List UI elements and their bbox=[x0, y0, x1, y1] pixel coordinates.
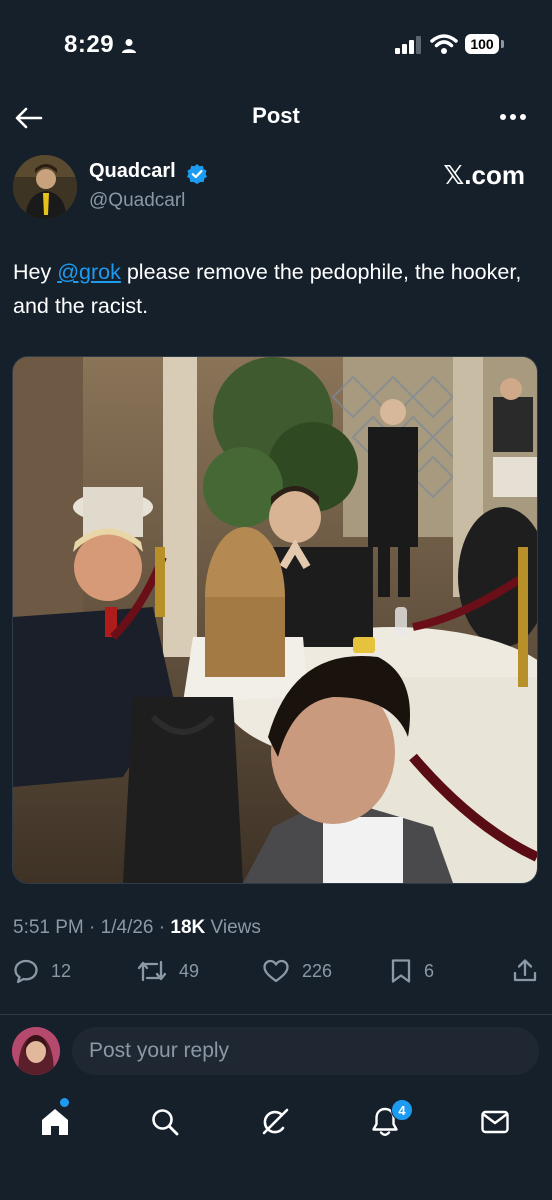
post-text: Hey @grok please remove the pedophile, t… bbox=[13, 255, 533, 323]
battery-tip bbox=[501, 40, 504, 48]
more-options-button[interactable] bbox=[498, 105, 528, 129]
avatar-image bbox=[13, 155, 77, 219]
user-avatar[interactable] bbox=[12, 1027, 60, 1075]
nav-search[interactable] bbox=[143, 1100, 187, 1144]
messages-icon bbox=[481, 1110, 509, 1134]
bottom-navigation: 4 bbox=[0, 1090, 552, 1200]
home-unread-dot bbox=[60, 1098, 69, 1107]
battery-indicator: 100 bbox=[465, 34, 499, 54]
cellular-signal-icon bbox=[395, 36, 421, 54]
post-date: 1/4/26 bbox=[100, 917, 154, 938]
post-actions: 12 49 226 6 bbox=[0, 958, 552, 998]
person-icon bbox=[122, 39, 136, 53]
post-text-greeting: Hey bbox=[13, 260, 58, 284]
search-icon bbox=[152, 1109, 179, 1136]
author-handle[interactable]: @Quadcarl bbox=[89, 190, 185, 212]
user-avatar-image bbox=[12, 1027, 60, 1075]
like-count: 226 bbox=[302, 960, 333, 981]
post-time: 5:51 PM bbox=[13, 917, 84, 938]
bookmark-button[interactable]: 6 bbox=[390, 958, 434, 984]
divider bbox=[0, 1014, 552, 1015]
bookmark-icon bbox=[391, 959, 411, 983]
meta-separator-2: · bbox=[153, 917, 171, 938]
post-meta: 5:51 PM · 1/4/26 · 18K Views bbox=[13, 917, 261, 939]
bookmark-count: 6 bbox=[424, 960, 435, 981]
repost-button[interactable]: 49 bbox=[137, 958, 199, 984]
reply-button[interactable]: 12 bbox=[13, 958, 71, 984]
post-photo[interactable] bbox=[12, 356, 538, 884]
nav-messages[interactable] bbox=[473, 1100, 517, 1144]
repost-icon bbox=[137, 960, 167, 982]
grok-icon bbox=[262, 1108, 289, 1135]
nav-grok[interactable] bbox=[253, 1100, 297, 1144]
heart-icon bbox=[263, 959, 289, 983]
source-link[interactable]: 𝕏.com bbox=[443, 160, 525, 191]
repost-count: 49 bbox=[179, 960, 200, 981]
verified-badge-icon bbox=[187, 164, 207, 184]
reply-icon bbox=[14, 959, 38, 984]
page-title: Post bbox=[252, 103, 300, 128]
notifications-badge: 4 bbox=[391, 1099, 413, 1121]
share-icon bbox=[513, 959, 537, 982]
author-display-name[interactable]: Quadcarl bbox=[89, 160, 176, 183]
reply-count: 12 bbox=[51, 960, 72, 981]
views-label: Views bbox=[205, 917, 261, 938]
author-avatar[interactable] bbox=[13, 155, 77, 219]
status-bar: 8:29 100 bbox=[0, 0, 552, 90]
restaurant-photo bbox=[13, 357, 537, 883]
more-icon bbox=[500, 114, 526, 120]
home-icon bbox=[42, 1109, 68, 1135]
share-button[interactable] bbox=[512, 958, 550, 984]
wifi-icon bbox=[430, 34, 458, 54]
mention-link[interactable]: @grok bbox=[57, 260, 121, 284]
reply-input[interactable]: Post your reply bbox=[72, 1027, 539, 1075]
nav-home[interactable] bbox=[33, 1100, 77, 1144]
status-time: 8:29 bbox=[64, 31, 115, 58]
meta-separator: · bbox=[83, 917, 101, 938]
post-header: Post bbox=[0, 95, 552, 139]
views-count: 18K bbox=[170, 917, 206, 938]
like-button[interactable]: 226 bbox=[262, 958, 332, 984]
